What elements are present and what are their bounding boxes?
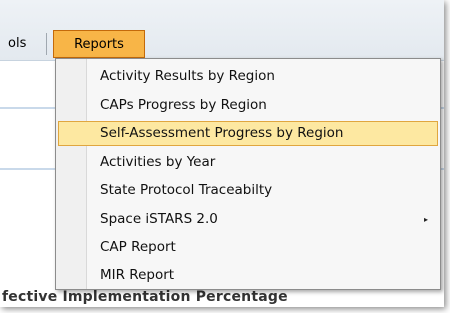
submenu-arrow-icon: ▸ [423,215,428,224]
menu-tools[interactable]: ols [0,30,46,58]
menu-item-self-assessment-progress-by-region[interactable]: Self-Assessment Progress by Region [58,121,438,146]
menu-item-cap-report[interactable]: CAP Report [58,235,438,260]
menu-item-mir-report[interactable]: MIR Report [58,263,438,288]
menu-item-label: Space iSTARS 2.0 [100,211,218,227]
app-window: ols Reports fective Implementation Perce… [0,0,444,307]
menu-item-space-istars[interactable]: Space iSTARS 2.0 ▸ [58,207,438,232]
menu-item-activity-results-by-region[interactable]: Activity Results by Region [58,64,438,89]
menu-divider [46,33,47,55]
menu-item-activities-by-year[interactable]: Activities by Year [58,150,438,175]
section-title: fective Implementation Percentage [2,289,288,305]
menu-bar: ols Reports [0,0,444,61]
menu-item-caps-progress-by-region[interactable]: CAPs Progress by Region [58,93,438,118]
reports-dropdown-menu: Activity Results by Region CAPs Progress… [55,58,441,290]
menu-reports[interactable]: Reports [53,30,145,58]
menu-item-state-protocol-traceability[interactable]: State Protocol Traceabilty [58,178,438,203]
